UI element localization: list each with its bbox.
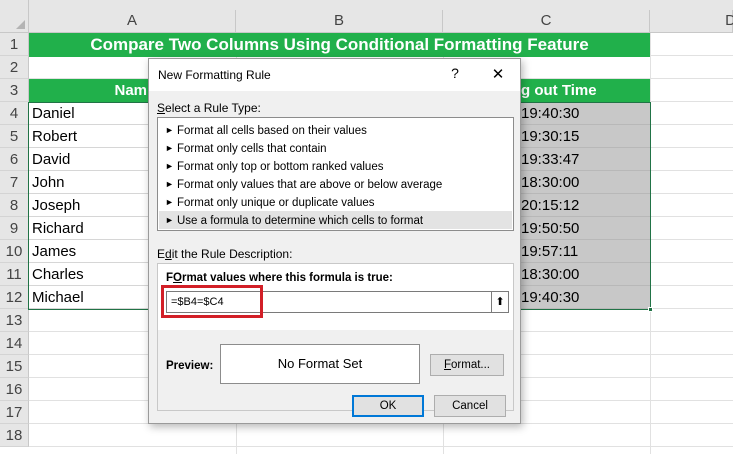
- format-button[interactable]: Format...: [430, 354, 504, 376]
- select-all-corner[interactable]: [0, 0, 29, 33]
- row-header[interactable]: 2: [0, 56, 29, 79]
- gridline: [29, 446, 733, 447]
- time-cell[interactable]: 19:33:47: [521, 148, 650, 171]
- gridline: [650, 33, 651, 454]
- preview-label: Preview:: [166, 360, 214, 372]
- row-header[interactable]: 16: [0, 378, 29, 401]
- cancel-button[interactable]: Cancel: [434, 395, 506, 417]
- formula-label-mnemonic: O: [173, 272, 182, 284]
- name-cell[interactable]: Richard: [29, 217, 149, 240]
- row-header[interactable]: 18: [0, 424, 29, 447]
- column-header-a[interactable]: A: [29, 10, 236, 33]
- column-header-b[interactable]: B: [236, 10, 443, 33]
- arrow-right-icon: ►: [165, 197, 174, 207]
- desc-label-mnemonic: d: [165, 247, 172, 261]
- rule-type-item-label: Format only values that are above or bel…: [177, 179, 443, 191]
- rule-type-item-selected[interactable]: ► Use a formula to determine which cells …: [159, 211, 512, 229]
- name-cell[interactable]: John: [29, 171, 149, 194]
- rule-type-item-label: Format only top or bottom ranked values: [177, 161, 384, 173]
- row-header[interactable]: 15: [0, 355, 29, 378]
- row-header[interactable]: 12: [0, 286, 29, 309]
- time-cell[interactable]: 19:40:30: [521, 102, 650, 125]
- fill-handle[interactable]: [648, 307, 653, 312]
- row-header[interactable]: 4: [0, 102, 29, 125]
- ribbon-edge: [29, 0, 733, 10]
- time-cell[interactable]: 19:57:11: [521, 240, 650, 263]
- rule-type-item[interactable]: ► Format only unique or duplicate values: [159, 193, 512, 211]
- title-cell[interactable]: Compare Two Columns Using Conditional Fo…: [29, 33, 650, 57]
- row-header[interactable]: 14: [0, 332, 29, 355]
- column-header-a-label: A: [126, 12, 137, 29]
- rule-type-item-label: Format only unique or duplicate values: [177, 197, 375, 209]
- row-header[interactable]: 13: [0, 309, 29, 332]
- close-icon[interactable]: ✕: [490, 65, 506, 83]
- rule-type-list[interactable]: ► Format all cells based on their values …: [157, 117, 514, 231]
- row-header[interactable]: 8: [0, 194, 29, 217]
- column-header-d-label: D: [725, 12, 733, 29]
- dialog-title: New Formatting Rule: [158, 68, 271, 82]
- row-header[interactable]: 17: [0, 401, 29, 424]
- row-header[interactable]: 10: [0, 240, 29, 263]
- formula-label-pre: F: [166, 272, 174, 284]
- rule-type-label: Select a Rule Type:: [157, 101, 261, 115]
- name-cell[interactable]: Joseph: [29, 194, 149, 217]
- name-cell[interactable]: James: [29, 240, 149, 263]
- column-header-d[interactable]: D: [650, 10, 733, 33]
- row-header[interactable]: 11: [0, 263, 29, 286]
- header-name-cell[interactable]: Nam: [29, 79, 149, 103]
- time-cell[interactable]: 19:40:30: [521, 286, 650, 309]
- time-cell[interactable]: 19:30:15: [521, 125, 650, 148]
- arrow-right-icon: ►: [165, 215, 174, 225]
- rule-type-item-label: Format all cells based on their values: [177, 125, 367, 137]
- rule-type-item[interactable]: ► Format only values that are above or be…: [159, 175, 512, 193]
- time-cell[interactable]: 18:30:00: [521, 171, 650, 194]
- name-cell[interactable]: Robert: [29, 125, 149, 148]
- rule-type-item[interactable]: ► Format only top or bottom ranked values: [159, 157, 512, 175]
- arrow-right-icon: ►: [165, 161, 174, 171]
- time-cell[interactable]: 19:50:50: [521, 217, 650, 240]
- time-cell[interactable]: 18:30:00: [521, 263, 650, 286]
- desc-label-text: it the Rule Description:: [171, 247, 293, 261]
- name-cell[interactable]: Michael: [29, 286, 149, 309]
- rule-type-item[interactable]: ► Format only cells that contain: [159, 139, 512, 157]
- format-button-mnemonic: F: [443, 359, 452, 371]
- format-button-label: ormat...: [451, 359, 490, 371]
- row-header[interactable]: 5: [0, 125, 29, 148]
- formula-label-text: rmat values where this formula is true:: [181, 272, 393, 284]
- rule-type-item[interactable]: ► Format all cells based on their values: [159, 121, 512, 139]
- arrow-right-icon: ►: [165, 179, 174, 189]
- collapse-dialog-icon[interactable]: ⬆: [491, 291, 509, 313]
- name-cell[interactable]: Daniel: [29, 102, 149, 125]
- header-time-cell[interactable]: g out Time: [521, 79, 650, 103]
- arrow-right-icon: ►: [165, 143, 174, 153]
- name-cell[interactable]: David: [29, 148, 149, 171]
- rule-type-item-label: Format only cells that contain: [177, 143, 327, 155]
- row-header[interactable]: 3: [0, 79, 29, 102]
- row-header[interactable]: 1: [0, 33, 29, 56]
- rule-type-label-mnemonic: S: [157, 101, 166, 115]
- ok-button[interactable]: OK: [352, 395, 424, 417]
- rule-type-item-label: Use a formula to determine which cells t…: [177, 215, 424, 227]
- dialog-titlebar[interactable]: New Formatting Rule ? ✕: [149, 59, 520, 91]
- help-icon[interactable]: ?: [447, 65, 463, 81]
- formula-section: FOrmat values where this formula is true…: [158, 264, 513, 330]
- formula-label: FOrmat values where this formula is true…: [166, 272, 393, 284]
- name-cell[interactable]: Charles: [29, 263, 149, 286]
- rule-type-label-text: elect a Rule Type:: [165, 101, 261, 115]
- row-header[interactable]: 6: [0, 148, 29, 171]
- arrow-right-icon: ►: [165, 125, 174, 135]
- row-header[interactable]: 7: [0, 171, 29, 194]
- time-cell[interactable]: 20:15:12: [521, 194, 650, 217]
- formula-input[interactable]: =$B4=$C4: [166, 291, 492, 313]
- rule-description-panel: FOrmat values where this formula is true…: [157, 263, 514, 411]
- desc-label-pre: E: [157, 247, 166, 261]
- column-header-c[interactable]: C: [443, 10, 650, 33]
- preview-box: No Format Set: [220, 344, 420, 384]
- rule-description-label: Edit the Rule Description:: [157, 247, 292, 261]
- column-header-b-label: B: [333, 12, 344, 29]
- new-formatting-rule-dialog: New Formatting Rule ? ✕ Select a Rule Ty…: [148, 58, 521, 424]
- row-header[interactable]: 9: [0, 217, 29, 240]
- column-header-c-label: C: [540, 12, 552, 29]
